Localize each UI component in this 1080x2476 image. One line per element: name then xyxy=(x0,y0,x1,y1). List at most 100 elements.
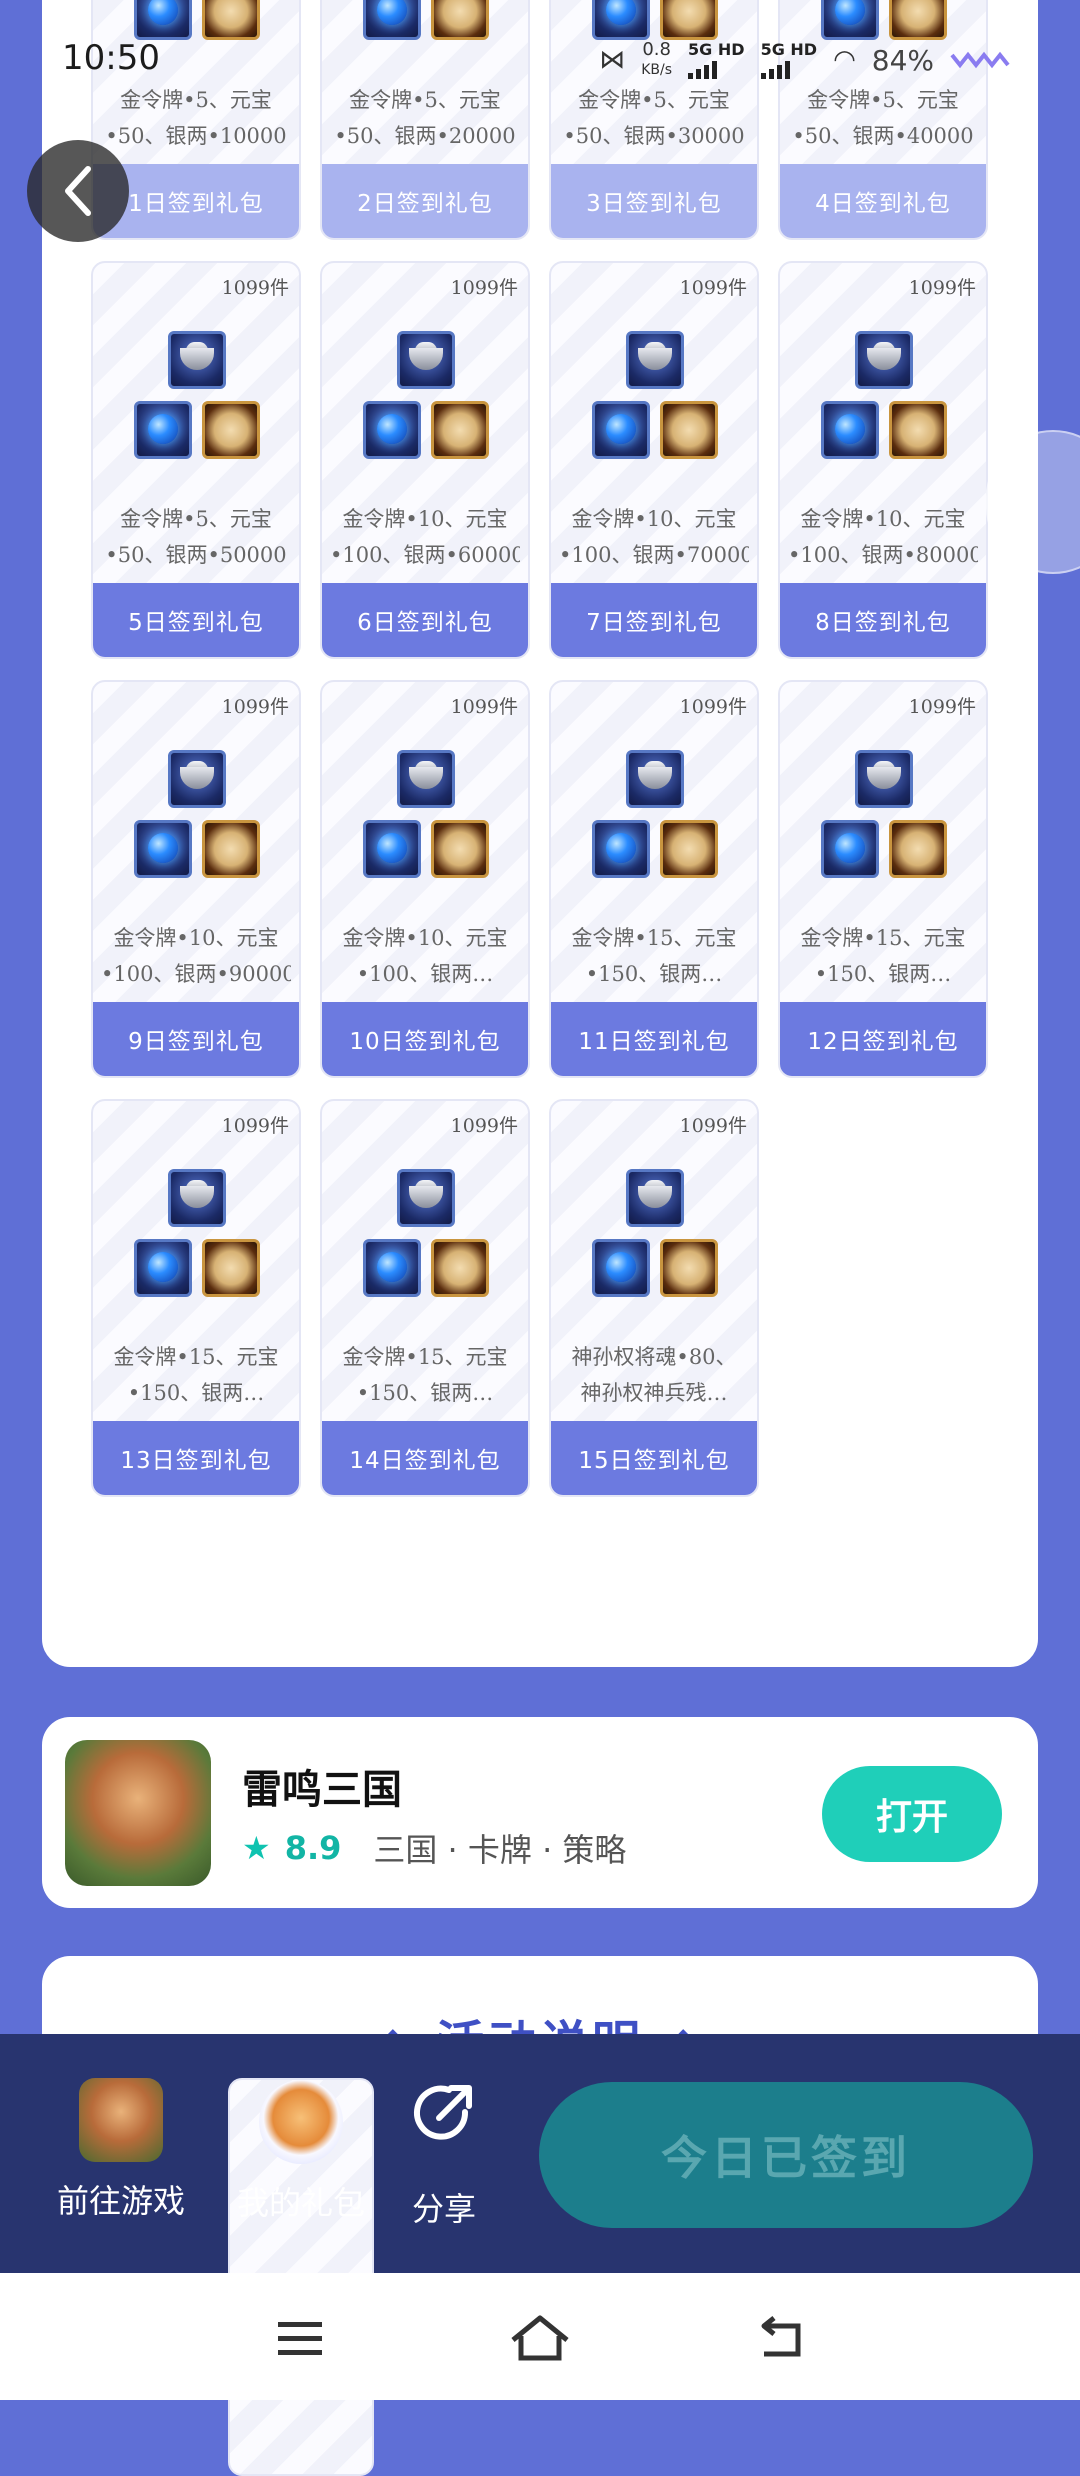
gift-card[interactable]: 1099件 金令牌•5、元宝 •50、银两•50000 5日签到礼包 xyxy=(91,261,301,659)
game-thumb-icon xyxy=(79,2078,163,2162)
blue-orb-icon xyxy=(821,820,879,878)
gift-card[interactable]: 1099件金令牌•15、元宝 •150、银两… 13日签到礼包 xyxy=(91,1099,301,1497)
gift-count: 1099件 xyxy=(679,1115,747,1137)
gift-description: 金令牌•5、元宝 •50、银两•20000 xyxy=(334,88,516,148)
net-speed: 0.8 KB/s xyxy=(641,39,673,79)
gift-label[interactable]: 13日签到礼包 xyxy=(93,1421,299,1495)
gift-label[interactable]: 7日签到礼包 xyxy=(551,583,757,657)
gift-label[interactable]: 10日签到礼包 xyxy=(322,1002,528,1076)
gift-card[interactable]: 1099件 金令牌•15、元宝 •150、银两… 11日签到礼包 xyxy=(549,680,759,1078)
blue-orb-icon xyxy=(134,401,192,459)
silver-ingot-icon xyxy=(626,1169,684,1227)
gift-count: 1099件 xyxy=(908,277,976,299)
game-card: 雷鸣三国 ★ 8.9 三国 · 卡牌 · 策略 打开 xyxy=(42,1717,1038,1908)
silver-ingot-icon xyxy=(168,1169,226,1227)
rice-bowl-icon xyxy=(202,401,260,459)
gift-card[interactable]: 1099件 金令牌•10、元宝 •100、银两•60000 6日签到礼包 xyxy=(320,261,530,659)
gift-card[interactable]: 1099件金令牌•5、元宝•50、银两•400004日签到礼包 xyxy=(778,0,988,240)
silver-ingot-icon xyxy=(626,750,684,808)
game-icon[interactable] xyxy=(65,1740,211,1886)
gift-items xyxy=(322,1169,528,1309)
gift-count: 1099件 xyxy=(908,696,976,718)
gift-items xyxy=(551,1169,757,1309)
rice-bowl-icon xyxy=(889,401,947,459)
gift-label[interactable]: 9日签到礼包 xyxy=(93,1002,299,1076)
gift-card[interactable]: 1099件金令牌•10、元宝 •100、银两•80000 8日签到礼包 xyxy=(778,261,988,659)
share-button[interactable]: 分享 xyxy=(406,2078,482,2230)
gift-items xyxy=(551,331,757,471)
menu-button[interactable] xyxy=(260,2303,340,2373)
rice-bowl-icon xyxy=(431,820,489,878)
silver-ingot-icon xyxy=(626,331,684,389)
gift-description: 金令牌•15、元宝 •150、银两… xyxy=(113,1345,279,1405)
gift-description: 金令牌•5、元宝 •50、银两•50000 xyxy=(105,507,287,567)
blue-orb-icon xyxy=(592,1239,650,1297)
gift-card[interactable]: 1099件 金令牌•10、元宝 •100、银两… 10日签到礼包 xyxy=(320,680,530,1078)
blue-orb-icon xyxy=(134,0,192,40)
gift-label[interactable]: 12日签到礼包 xyxy=(780,1002,986,1076)
blue-orb-icon xyxy=(821,401,879,459)
gift-items xyxy=(93,750,299,890)
gift-card[interactable]: 1099件 金令牌•10、元宝 •100、银两•90000 9日签到礼包 xyxy=(91,680,301,1078)
blue-orb-icon xyxy=(363,0,421,40)
blue-orb-icon xyxy=(592,401,650,459)
gift-description: 金令牌•5、元宝 •50、银两•30000 xyxy=(563,88,745,148)
gift-card[interactable]: 1099件 金令牌•10、元宝 •100、银两•70000 7日签到礼包 xyxy=(549,261,759,659)
gift-label[interactable]: 6日签到礼包 xyxy=(322,583,528,657)
goto-game-label: 前往游戏 xyxy=(56,2182,185,2220)
open-game-button[interactable]: 打开 xyxy=(822,1766,1002,1862)
silver-ingot-icon xyxy=(397,750,455,808)
silver-ingot-icon xyxy=(168,750,226,808)
gift-label[interactable]: 15日签到礼包 xyxy=(551,1421,757,1495)
status-indicators: ⋈ 0.8 KB/s 5G HD 5G HD ◠ 84% xyxy=(599,40,1010,80)
gift-description: 神孙权将魂•80、 神孙权神兵残… xyxy=(571,1345,737,1405)
status-time: 10:50 xyxy=(62,38,160,78)
blue-orb-icon xyxy=(592,820,650,878)
gift-card[interactable]: 1099件 金令牌•15、元宝 •150、银两… 14日签到礼包 xyxy=(320,1099,530,1497)
gift-count: 1099件 xyxy=(221,696,289,718)
rice-bowl-icon xyxy=(660,820,718,878)
gift-card[interactable]: 1099件金令牌•5、元宝•50、银两•300003日签到礼包 xyxy=(549,0,759,240)
home-icon xyxy=(511,2315,569,2361)
my-gifts-label: 我的礼包 xyxy=(236,2184,365,2222)
share-icon xyxy=(414,2085,472,2140)
gift-items xyxy=(322,0,528,52)
gift-count: 1099件 xyxy=(221,1115,289,1137)
gift-description: 金令牌•10、元宝 •100、银两… xyxy=(342,926,508,986)
gift-card[interactable]: 1099件金令牌•5、元宝•50、银两•200002日签到礼包 xyxy=(320,0,530,240)
nav-back-button[interactable] xyxy=(740,2303,820,2373)
back-icon xyxy=(761,2316,801,2357)
rice-bowl-icon xyxy=(660,1239,718,1297)
system-nav-bar xyxy=(0,2273,1080,2400)
gift-label[interactable]: 8日签到礼包 xyxy=(780,583,986,657)
blue-orb-icon xyxy=(134,1239,192,1297)
signed-today-button[interactable]: 今日已签到 xyxy=(539,2082,1033,2228)
gift-description: 金令牌•10、元宝 •100、银两•80000 xyxy=(788,507,978,567)
silver-ingot-icon xyxy=(168,331,226,389)
gift-label[interactable]: 11日签到礼包 xyxy=(551,1002,757,1076)
gift-description: 金令牌•15、元宝 •150、银两… xyxy=(571,926,737,986)
gift-label[interactable]: 2日签到礼包 xyxy=(322,164,528,238)
rice-bowl-icon xyxy=(431,0,489,40)
back-button[interactable] xyxy=(27,140,129,242)
gift-items xyxy=(93,1169,299,1309)
goto-game-button[interactable]: 前往游戏 xyxy=(48,2078,194,2222)
blue-orb-icon xyxy=(363,1239,421,1297)
gift-card[interactable]: 1099件神孙权将魂•80、 神孙权神兵残… 15日签到礼包 xyxy=(549,1099,759,1497)
silver-ingot-icon xyxy=(855,331,913,389)
gift-description: 金令牌•10、元宝 •100、银两•70000 xyxy=(559,507,749,567)
rice-bowl-icon xyxy=(431,401,489,459)
home-button[interactable] xyxy=(500,2303,580,2373)
game-meta: ★ 8.9 三国 · 卡牌 · 策略 xyxy=(242,1825,626,1871)
rice-bowl-icon xyxy=(889,0,947,40)
gift-label[interactable]: 5日签到礼包 xyxy=(93,583,299,657)
gift-label[interactable]: 3日签到礼包 xyxy=(551,164,757,238)
wifi-icon: ◠ xyxy=(833,45,856,75)
gift-items xyxy=(322,750,528,890)
gift-count: 1099件 xyxy=(450,277,518,299)
gift-label[interactable]: 14日签到礼包 xyxy=(322,1421,528,1495)
gift-label[interactable]: 4日签到礼包 xyxy=(780,164,986,238)
blue-orb-icon xyxy=(821,0,879,40)
gift-card[interactable]: 1099件 金令牌•15、元宝 •150、银两… 12日签到礼包 xyxy=(778,680,988,1078)
gift-items xyxy=(551,750,757,890)
